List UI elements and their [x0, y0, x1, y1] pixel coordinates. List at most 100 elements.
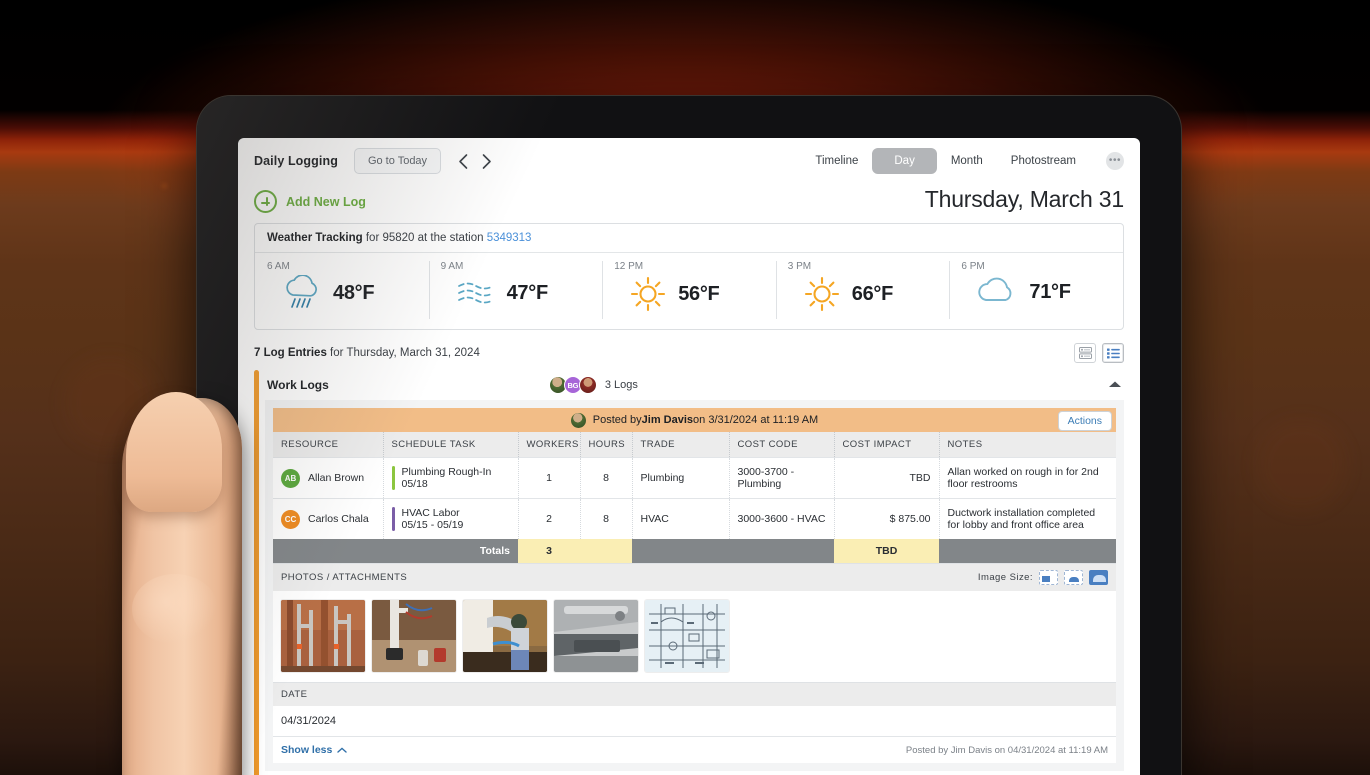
top-bar: Daily Logging Go to Today Timeline Day M… — [238, 138, 1140, 184]
weather-station-link[interactable]: 5349313 — [487, 232, 532, 244]
work-log-table: RESOURCE SCHEDULE TASK WORKERS HOURS TRA… — [273, 432, 1116, 563]
cell-resource: CC Carlos Chala — [273, 498, 384, 539]
weather-time: 6 PM — [961, 261, 985, 272]
cell-trade: Plumbing — [632, 457, 730, 499]
column-workers: WORKERS — [518, 432, 581, 458]
cell-trade: HVAC — [632, 498, 730, 539]
cell-workers: 2 — [518, 498, 581, 539]
weather-cell-6pm: 6 PM 71°F — [949, 253, 1123, 329]
task-dates: 05/18 — [401, 478, 428, 490]
cell-schedule-task: Plumbing Rough-In 05/18 — [383, 457, 519, 499]
date-navigation — [457, 153, 493, 170]
photo-thumbnail[interactable] — [372, 600, 456, 672]
totals-label: Totals — [273, 539, 518, 563]
chevron-up-icon — [337, 747, 348, 753]
weather-temp: 66°F — [851, 282, 894, 305]
weather-cell-3pm: 3 PM 66°F — [775, 253, 950, 329]
chevron-right-icon[interactable] — [480, 153, 493, 170]
weather-subtitle: for 95820 at the station — [362, 232, 487, 244]
show-less-label: Show less — [281, 744, 333, 756]
task-color-bar — [391, 466, 395, 490]
totals-workers: 3 — [518, 539, 580, 563]
cell-cost-impact: $ 875.00 — [834, 498, 940, 539]
posted-by-prefix: Posted by — [592, 414, 642, 426]
totals-row: Totals 3 TBD — [273, 539, 1116, 563]
table-row[interactable]: AB Allan Brown Plumbing Rough-In 05/18 1… — [273, 457, 1116, 499]
more-options-icon[interactable]: ••• — [1106, 152, 1124, 170]
posted-by-time: on 3/31/2024 at 11:19 AM — [693, 414, 819, 426]
totals-spacer — [632, 539, 834, 563]
weather-title: Weather Tracking — [267, 232, 363, 244]
sun-icon — [804, 276, 839, 312]
tab-day[interactable]: Day — [872, 148, 937, 174]
avatar: AB — [281, 468, 300, 488]
photo-thumbnail[interactable] — [645, 600, 729, 672]
rain-cloud-icon — [286, 275, 317, 308]
section-accent-bar — [254, 370, 259, 775]
totals-hours — [580, 539, 632, 563]
column-cost-impact: COST IMPACT — [834, 432, 940, 458]
posted-by-name: Jim Davis — [641, 414, 694, 426]
tab-timeline[interactable]: Timeline — [801, 149, 872, 173]
cell-notes: Ductwork installation completed for lobb… — [939, 498, 1116, 539]
photo-thumbnail[interactable] — [463, 600, 547, 672]
weather-time: 12 PM — [614, 261, 644, 272]
avatar-group: BG — [548, 376, 597, 394]
medium-image-size-icon[interactable] — [1064, 570, 1083, 585]
weather-temp: 48°F — [333, 281, 375, 304]
windy-icon — [457, 282, 494, 304]
chevron-left-icon[interactable] — [457, 153, 470, 170]
weather-header: Weather Tracking for 95820 at the statio… — [255, 224, 1123, 253]
weather-hours: 6 AM 48°F 9 AM 47°F 12 PM 56°F 3 PM 66°F… — [255, 253, 1123, 329]
chevron-up-icon[interactable] — [858, 379, 1122, 391]
work-logs-header[interactable]: Work Logs BG 3 Logs — [265, 370, 1124, 400]
date-field-value[interactable]: 04/31/2024 — [273, 706, 1116, 736]
task-dates: 05/15 - 05/19 — [401, 519, 464, 531]
task-color-bar — [391, 507, 395, 531]
work-log-card: Posted by Jim Davis on 3/31/2024 at 11:1… — [265, 400, 1124, 771]
tab-month[interactable]: Month — [937, 149, 997, 173]
weather-cell-9am: 9 AM 47°F — [428, 253, 603, 329]
photo-thumbnail[interactable] — [281, 600, 365, 672]
current-date-heading: Thursday, March 31 — [924, 186, 1124, 212]
column-schedule-task: SCHEDULE TASK — [383, 432, 519, 458]
date-field-label: DATE — [273, 682, 1116, 706]
sun-icon — [631, 276, 666, 312]
tab-photostream[interactable]: Photostream — [997, 149, 1090, 173]
image-size-label: Image Size: — [977, 572, 1033, 583]
photo-thumbnail[interactable] — [554, 600, 638, 672]
large-image-size-icon[interactable] — [1089, 570, 1108, 585]
table-row[interactable]: CC Carlos Chala HVAC Labor 05/15 - 05/19 — [273, 498, 1116, 539]
add-new-log-label: Add New Log — [286, 194, 366, 209]
task-name: HVAC Labor — [401, 507, 460, 519]
log-entries-count: 7 Log Entries for Thursday, March 31, 20… — [254, 347, 480, 359]
image-size-control: Image Size: — [978, 570, 1108, 585]
log-count-label: 3 Logs — [604, 379, 638, 391]
plus-icon — [254, 190, 277, 213]
show-less-button[interactable]: Show less — [281, 744, 348, 756]
card-view-icon[interactable] — [1074, 343, 1096, 363]
view-toggle-group — [1074, 343, 1124, 363]
cell-cost-impact: TBD — [834, 457, 940, 499]
photos-label: PHOTOS / ATTACHMENTS — [281, 572, 408, 583]
hand-thumb — [122, 392, 242, 775]
add-new-log-button[interactable]: Add New Log — [254, 190, 366, 213]
log-entries-count-value: 7 Log Entries — [254, 347, 327, 359]
cell-schedule-task: HVAC Labor 05/15 - 05/19 — [383, 498, 519, 539]
avatar — [570, 412, 586, 428]
log-entries-date: for Thursday, March 31, 2024 — [326, 347, 480, 359]
photos-section-header: PHOTOS / ATTACHMENTS Image Size: — [273, 563, 1116, 591]
cell-notes: Allan worked on rough in for 2nd floor r… — [939, 457, 1116, 499]
small-image-size-icon[interactable] — [1039, 570, 1058, 585]
go-to-today-button[interactable]: Go to Today — [353, 148, 442, 174]
cell-resource: AB Allan Brown — [273, 457, 384, 499]
weather-cell-12pm: 12 PM 56°F — [602, 253, 776, 329]
card-footer: Show less Posted by Jim Davis on 04/31/2… — [273, 736, 1116, 763]
tablet-device: Daily Logging Go to Today Timeline Day M… — [197, 96, 1181, 775]
list-view-icon[interactable] — [1102, 343, 1124, 363]
actions-button[interactable]: Actions — [1057, 411, 1112, 431]
column-trade: TRADE — [632, 432, 730, 458]
subheader: Add New Log Thursday, March 31 — [238, 184, 1140, 217]
avatar: CC — [281, 509, 300, 529]
log-entries-header: 7 Log Entries for Thursday, March 31, 20… — [238, 330, 1140, 370]
